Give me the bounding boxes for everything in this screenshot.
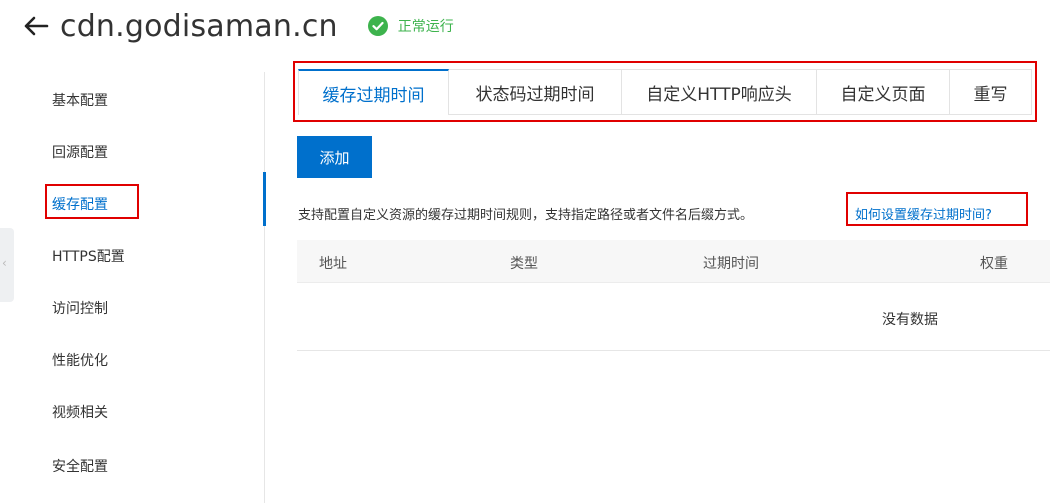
sidebar-active-indicator [263,172,266,226]
description-text: 支持配置自定义资源的缓存过期时间规则，支持指定路径或者文件名后缀方式。 [298,208,754,223]
tab-custom-page[interactable]: 自定义页面 [817,69,950,115]
status-badge: 正常运行 [367,16,454,36]
sidebar-item-performance[interactable]: 性能优化 [52,350,108,370]
empty-state-text: 没有数据 [882,312,938,328]
column-header-address: 地址 [319,256,347,272]
sidebar-item-security[interactable]: 安全配置 [52,456,108,476]
sidebar-item-video[interactable]: 视频相关 [52,402,108,422]
page-header: cdn.godisaman.cn 正常运行 [22,6,454,46]
sidebar-item-basic[interactable]: 基本配置 [52,90,108,110]
tab-bar: 缓存过期时间 状态码过期时间 自定义HTTP响应头 自定义页面 重写 [298,69,1032,115]
tab-custom-http-header[interactable]: 自定义HTTP响应头 [622,69,817,115]
sidebar-item-origin[interactable]: 回源配置 [52,142,108,162]
help-link[interactable]: 如何设置缓存过期时间? [855,204,992,223]
sidebar-item-access-control[interactable]: 访问控制 [52,298,108,318]
column-header-type: 类型 [510,256,538,272]
table-body: 没有数据 [297,282,1050,351]
sidebar-item-https[interactable]: HTTPS配置 [52,246,125,266]
back-arrow-icon[interactable] [22,12,50,40]
column-header-weight: 权重 [980,256,1008,272]
tab-rewrite[interactable]: 重写 [950,69,1032,115]
sidebar: 基本配置 回源配置 缓存配置 HTTPS配置 访问控制 性能优化 视频相关 安全… [0,72,266,503]
tab-status-code-expire[interactable]: 状态码过期时间 [449,69,622,115]
highlight-box-sidebar [45,184,139,219]
status-text: 正常运行 [397,19,454,35]
add-button[interactable]: 添加 [297,136,372,178]
check-circle-icon [367,16,388,36]
page-title: cdn.godisaman.cn [60,8,338,44]
tab-cache-expire[interactable]: 缓存过期时间 [298,69,449,115]
column-header-expire-time: 过期时间 [703,256,759,272]
table-header: 地址 类型 过期时间 权重 [297,240,1050,283]
